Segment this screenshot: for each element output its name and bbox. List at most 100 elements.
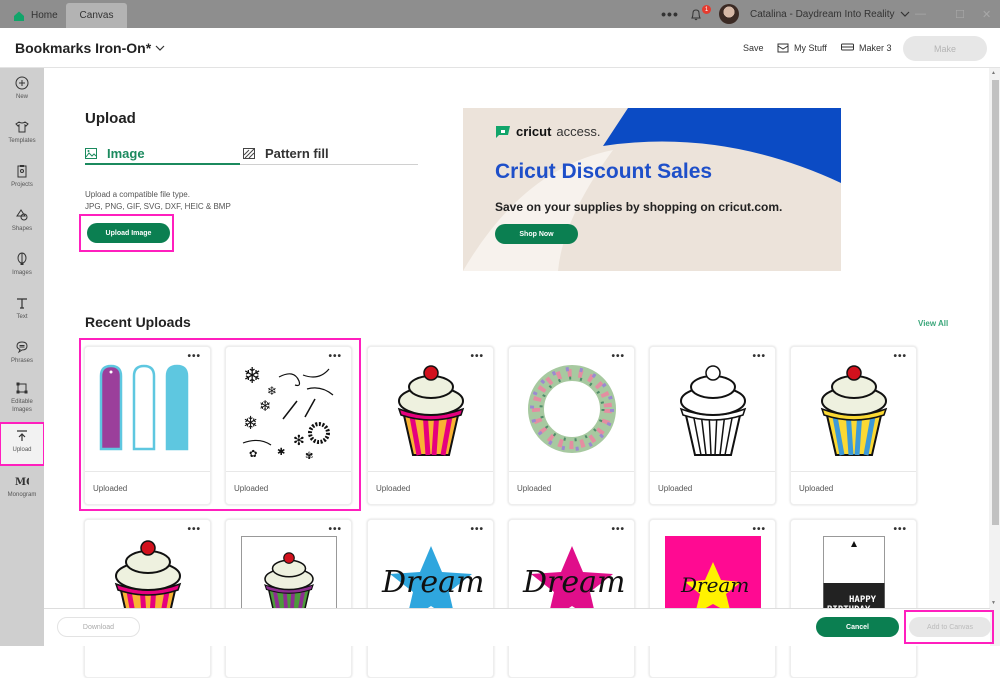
shop-now-button[interactable]: Shop Now [495,224,578,244]
machine-label: Maker 3 [859,42,892,53]
upload-desc-line1: Upload a compatible file type. [85,190,190,199]
close-button[interactable]: ✕ [982,0,991,28]
my-stuff-label: My Stuff [794,42,827,53]
add-to-canvas-button[interactable]: Add to Canvas [909,617,991,637]
monogram-icon: MG [15,477,29,488]
svg-text:❄: ❄ [259,397,272,415]
upload-card[interactable]: ••• Uploaded [84,346,211,505]
my-stuff-button[interactable]: My Stuff [777,43,827,53]
more-options-icon[interactable]: ••• [893,525,907,535]
more-options-icon[interactable]: ••• [328,525,342,535]
notifications-button[interactable]: 1 [690,0,712,28]
cupcake-outline-image [679,365,746,456]
thumbnail-snowflakes: ❄ ❄ ❄ ❄ ✻ ✱ ✿ ✾ [226,347,351,472]
card-label: Uploaded [376,484,411,493]
more-options-icon[interactable]: ••• [470,352,484,362]
sidebar-item-projects[interactable]: Projects [0,164,44,189]
upload-card[interactable]: ••• Uploaded [508,346,635,505]
sidebar-item-monogram[interactable]: MG Monogram [0,474,44,499]
more-options-icon[interactable]: ••• [611,352,625,362]
svg-text:❄: ❄ [243,364,261,389]
save-button[interactable]: Save [743,43,764,53]
avatar[interactable] [719,4,739,24]
upload-title: Upload [85,110,136,127]
tab-image-label: Image [107,145,145,161]
svg-text:HAPPY: HAPPY [849,595,877,605]
upload-card[interactable]: Dream ••• [649,519,776,678]
sidebar-item-upload[interactable]: Upload [0,422,45,466]
more-options-icon[interactable]: ••• [752,525,766,535]
sidebar-label: Monogram [7,492,37,498]
view-all-link[interactable]: View All [918,319,948,328]
sidebar-item-templates[interactable]: Templates [0,120,44,145]
brand-suffix: access. [556,124,601,139]
scroll-down-arrow[interactable]: ▼ [991,600,996,606]
recent-uploads-title: Recent Uploads [85,314,191,330]
card-label: Uploaded [658,484,693,493]
sidebar-label: Templates [8,138,36,144]
sidebar-item-images[interactable]: Images [0,252,44,277]
tab-image[interactable]: Image [85,143,240,165]
thumbnail-floral-wreath [509,347,634,472]
sidebar-item-text[interactable]: Text [0,296,44,321]
more-options-icon[interactable]: ••• [893,352,907,362]
cancel-button[interactable]: Cancel [816,617,899,637]
upload-card[interactable]: ••• [84,519,211,678]
upload-icon [17,430,27,441]
machine-button[interactable]: Maker 3 [841,43,892,53]
minimize-button[interactable]: — [915,0,926,28]
upload-desc-line2: JPG, PNG, GIF, SVG, DXF, HEIC & BMP [85,202,231,211]
sidebar-label: Shapes [11,226,33,232]
tab-home[interactable]: Home [5,3,65,28]
upload-card[interactable]: HAPPY BIRTHDAY ••• [790,519,917,678]
project-title-dropdown[interactable]: Bookmarks Iron-On* [15,40,165,56]
cupcake-blue-yellow-image [820,365,887,456]
promo-banner[interactable]: cricut access. Cricut Discount Sales Save… [463,108,841,271]
speech-bubble-icon [16,341,28,354]
make-button[interactable]: Make [903,36,987,61]
card-label: Uploaded [234,484,269,493]
sidebar-item-editable-images[interactable]: Editable Images [0,381,44,414]
maximize-button[interactable]: ☐ [955,0,965,28]
upload-card[interactable]: ••• Uploaded [649,346,776,505]
bookmark-tags-image [99,364,188,451]
tab-pattern-fill[interactable]: Pattern fill [240,143,418,165]
more-options-icon[interactable]: ••• [470,525,484,535]
svg-text:Dream: Dream [522,565,625,600]
tab-canvas[interactable]: Canvas [66,3,127,28]
upload-image-button[interactable]: Upload Image [87,223,170,243]
more-options-icon[interactable]: ••• [752,352,766,362]
svg-text:❄: ❄ [243,413,258,434]
more-options-icon[interactable]: ••• [328,352,342,362]
user-menu[interactable]: Catalina - Daydream Into Reality [750,0,910,28]
upload-card[interactable]: ••• Uploaded [367,346,494,505]
more-options-icon[interactable]: ••• [660,0,680,28]
balloon-icon [17,252,27,265]
scrollbar-thumb[interactable] [992,80,999,525]
sidebar-label: New [15,94,28,100]
upload-card[interactable]: ••• Uploaded [790,346,917,505]
user-name: Catalina - Daydream Into Reality [750,8,895,20]
more-options-icon[interactable]: ••• [611,525,625,535]
image-icon [85,147,97,159]
scroll-up-arrow[interactable]: ▲ [991,70,996,76]
more-options-icon[interactable]: ••• [187,352,201,362]
sidebar-item-shapes[interactable]: Shapes [0,208,44,233]
svg-text:✱: ✱ [277,447,285,458]
sidebar-item-phrases[interactable]: Phrases [0,340,44,365]
card-label: Uploaded [93,484,128,493]
download-button[interactable]: Download [57,617,140,637]
sidebar-item-new[interactable]: New [0,76,44,101]
inbox-icon [777,43,789,52]
floral-wreath-image [527,365,616,453]
upload-card[interactable]: ••• [225,519,352,678]
more-options-icon[interactable]: ••• [187,525,201,535]
home-icon [14,11,24,21]
upload-card[interactable]: Dream ••• [367,519,494,678]
upload-card[interactable]: Dream ••• [508,519,635,678]
sidebar-label: Images [12,270,32,276]
banner-headline: Cricut Discount Sales [495,160,713,183]
upload-card[interactable]: ❄ ❄ ❄ ❄ ✻ ✱ ✿ ✾ ••• Uploaded [225,346,352,505]
thumbnail-cupcake-pink-orange [368,347,493,472]
card-label: Uploaded [517,484,552,493]
